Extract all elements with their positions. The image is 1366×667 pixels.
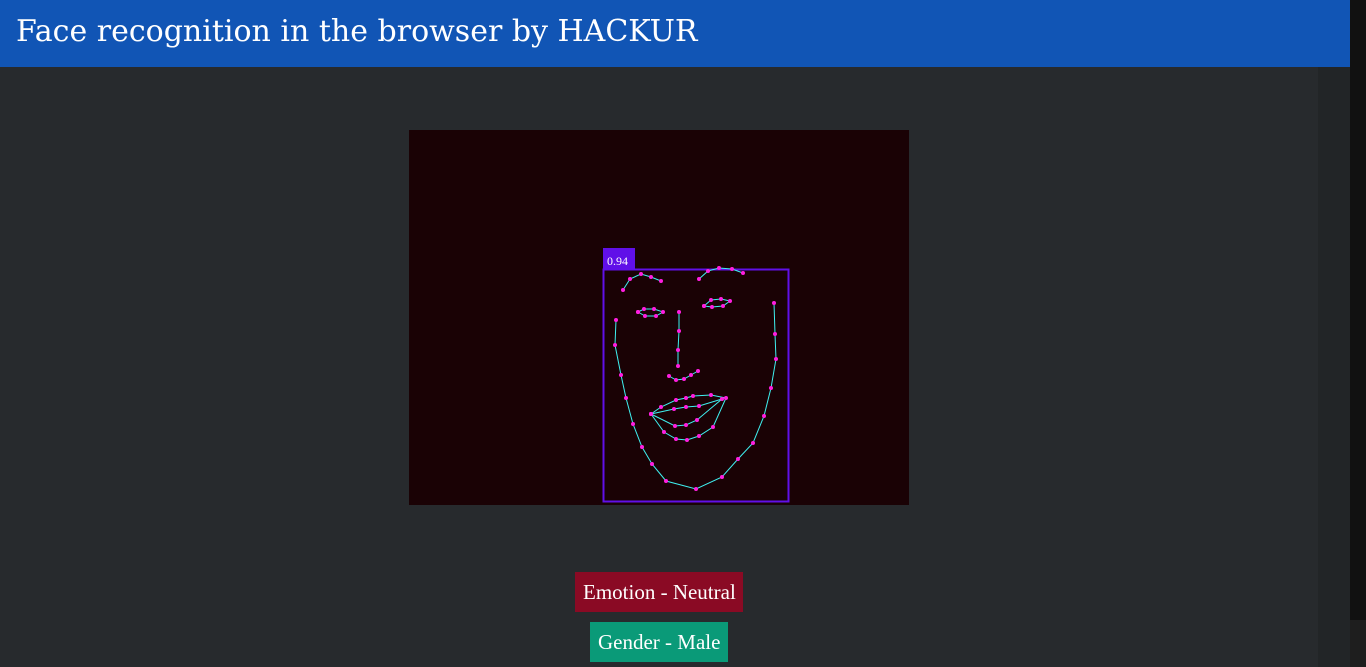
landmark-point [642,307,646,311]
landmark-point [643,314,647,318]
detection-score-text: 0.94 [607,254,628,268]
landmark-point [697,434,701,438]
landmark-point [711,425,715,429]
landmark-point [730,267,734,271]
scrollbar-thumb[interactable] [1350,0,1366,620]
landmark-point [689,373,693,377]
landmark-point [667,374,671,378]
landmark-point [659,279,663,283]
landmark-point [613,343,617,347]
landmark-point [684,423,688,427]
landmark-point [649,412,653,416]
nose-bridge-contour [677,312,680,366]
landmark-point [691,394,695,398]
landmark-point [614,318,618,322]
landmark-point [639,272,643,276]
landmark-point [736,457,740,461]
side-gutter [1318,67,1350,667]
landmark-point [621,288,625,292]
landmark-point [702,304,706,308]
landmark-point [720,397,724,401]
landmark-point [674,437,678,441]
landmark-point [741,271,745,275]
landmark-point [676,348,680,352]
landmark-point [624,396,628,400]
landmark-point [762,414,766,418]
landmark-point [636,310,640,314]
emotion-badge: Emotion - Neutral [575,572,743,612]
landmark-point [674,398,678,402]
landmark-point [695,418,699,422]
landmark-point [677,310,681,314]
landmark-point [676,364,680,368]
landmark-point [773,332,777,336]
landmark-point [674,378,678,382]
landmark-point [673,424,677,428]
landmark-point [685,438,689,442]
landmark-point [662,430,666,434]
landmark-point [640,445,644,449]
mouth-inner-contour [650,398,723,427]
landmark-point [619,373,623,377]
eye-right-contour [703,298,732,308]
landmark-point [719,297,723,301]
landmark-point [694,487,698,491]
landmark-point [661,310,665,314]
webcam-video-canvas: 0.94 [409,130,909,505]
face-contours [614,267,777,490]
landmark-point [677,329,681,333]
landmark-point [751,441,755,445]
landmark-point [631,422,635,426]
landmark-point [659,405,663,409]
face-overlay: 0.94 [602,248,790,503]
landmark-point [672,407,676,411]
landmark-point [720,475,724,479]
landmark-point [664,479,668,483]
landmark-point [706,269,710,273]
landmark-point [649,275,653,279]
landmark-point [710,305,714,309]
landmark-point [697,277,701,281]
face-detection-box [602,268,790,503]
face-landmarks [613,266,778,491]
page-title: Face recognition in the browser by HACKU… [16,14,698,49]
landmark-point [697,404,701,408]
landmark-point [717,266,721,270]
landmark-point [772,301,776,305]
gender-badge: Gender - Male [590,622,728,662]
landmark-point [709,298,713,302]
landmark-point [724,396,728,400]
brow-left-contour [622,273,662,291]
landmark-point [684,396,688,400]
landmark-point [650,462,654,466]
landmark-point [652,307,656,311]
landmark-point [769,386,773,390]
landmark-point [682,377,686,381]
landmark-point [774,357,778,361]
landmark-point [684,405,688,409]
landmark-point [696,369,700,373]
app-header: Face recognition in the browser by HACKU… [0,0,1350,67]
landmark-point [709,393,713,397]
landmark-point [728,299,732,303]
mouth-outer-contour [650,394,727,441]
landmark-point [654,314,658,318]
landmark-point [628,277,632,281]
landmark-point [721,304,725,308]
eye-left-contour [637,308,665,317]
